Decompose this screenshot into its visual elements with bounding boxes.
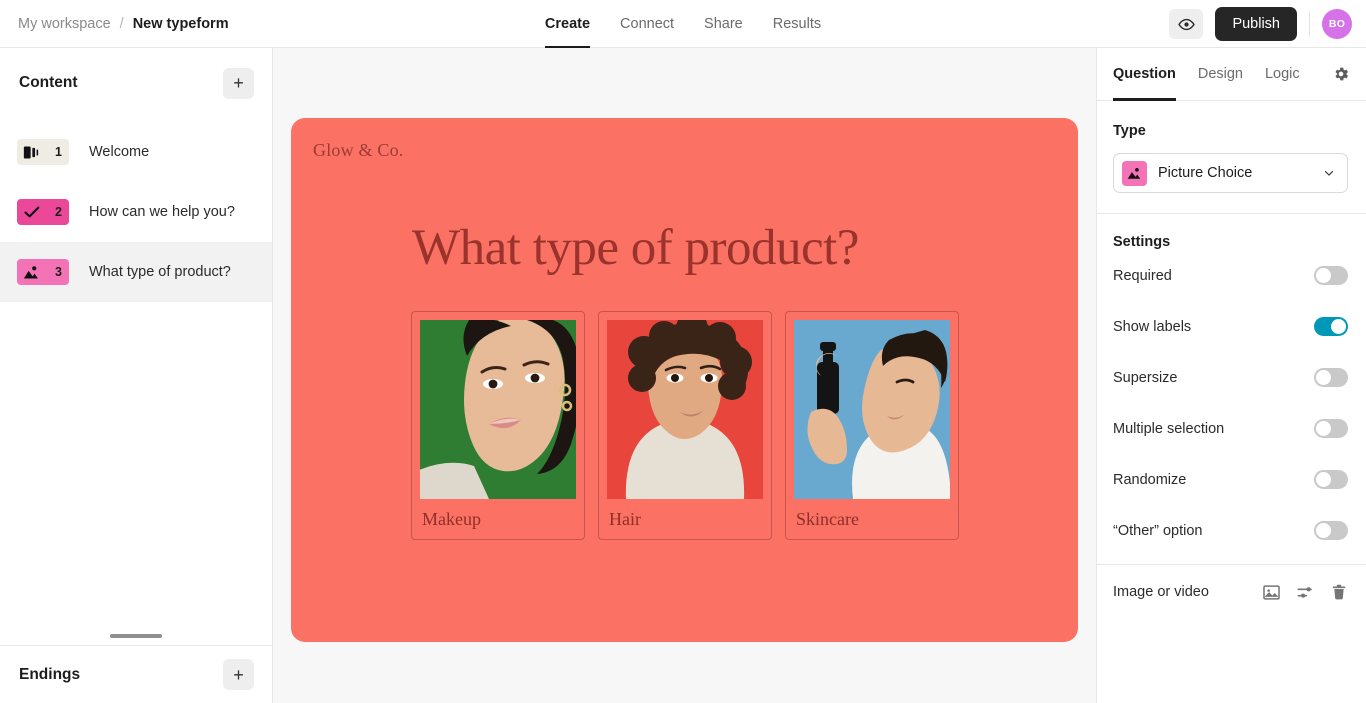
settings-gear-button[interactable] xyxy=(1332,65,1350,83)
top-bar: My workspace / New typeform Create Conne… xyxy=(0,0,1366,48)
add-ending-button[interactable]: + xyxy=(223,659,254,690)
sidebar-item-how-can-we-help[interactable]: 2 How can we help you? xyxy=(0,182,272,242)
sidebar-item-what-type-of-product[interactable]: 3 What type of product? xyxy=(0,242,272,302)
form-preview-area: Glow & Co. What type of product? Makeup … xyxy=(273,48,1096,703)
setting-label: Supersize xyxy=(1113,369,1178,386)
sidebar-item-label: How can we help you? xyxy=(89,204,235,220)
question-list: 1 Welcome 2 How can we help you? 3 What … xyxy=(0,118,272,302)
brand-logo: Glow & Co. xyxy=(313,140,404,160)
settings-section: Settings Required Show labels Supersize … xyxy=(1097,214,1366,565)
toggle-knob xyxy=(1316,523,1331,538)
type-heading: Type xyxy=(1113,123,1146,139)
tab-create[interactable]: Create xyxy=(544,0,591,48)
choice-image xyxy=(794,320,950,499)
breadcrumb: My workspace / New typeform xyxy=(18,16,229,32)
choice-image xyxy=(420,320,576,499)
setting-label: “Other” option xyxy=(1113,522,1203,539)
avatar[interactable]: BO xyxy=(1322,9,1352,39)
gear-icon xyxy=(1332,65,1350,83)
setting-label: Required xyxy=(1113,267,1172,284)
image-or-video-label: Image or video xyxy=(1113,584,1209,600)
setting-multiple-selection: Multiple selection xyxy=(1113,403,1348,454)
page-title: Content xyxy=(19,74,78,91)
sidebar-item-label: Welcome xyxy=(89,144,150,160)
tab-design[interactable]: Design xyxy=(1198,48,1243,101)
question-type-select[interactable]: Picture Choice xyxy=(1113,153,1348,193)
other-option-toggle[interactable] xyxy=(1314,521,1348,540)
tab-share[interactable]: Share xyxy=(704,0,743,48)
choice-option-skincare[interactable]: Skincare xyxy=(785,311,959,540)
question-settings-panel: Question Design Logic Type Picture Choic… xyxy=(1096,48,1366,703)
picture-choice-options: Makeup Hair Skincare xyxy=(411,311,959,540)
breadcrumb-workspace[interactable]: My workspace xyxy=(18,16,111,32)
question-headline[interactable]: What type of product? xyxy=(412,219,859,277)
image-or-video-row: Image or video xyxy=(1097,565,1366,619)
toggle-knob xyxy=(1316,472,1331,487)
question-badge: 1 xyxy=(17,139,69,165)
setting-required: Required xyxy=(1113,250,1348,301)
choice-label: Makeup xyxy=(422,508,481,529)
setting-label: Show labels xyxy=(1113,318,1192,335)
supersize-toggle[interactable] xyxy=(1314,368,1348,387)
setting-label: Randomize xyxy=(1113,471,1187,488)
choice-label: Hair xyxy=(609,508,641,529)
toggle-knob xyxy=(1316,268,1331,283)
question-number: 3 xyxy=(55,265,62,279)
tab-results[interactable]: Results xyxy=(773,0,821,48)
endings-title: Endings xyxy=(19,665,81,683)
toggle-knob xyxy=(1331,319,1346,334)
form-preview-card: Glow & Co. What type of product? Makeup … xyxy=(291,118,1078,642)
welcome-screen-icon xyxy=(23,145,40,160)
toolbar-divider xyxy=(1309,11,1310,37)
toggle-knob xyxy=(1316,370,1331,385)
image-icon[interactable] xyxy=(1262,583,1281,602)
endings-section: Endings + xyxy=(0,645,272,703)
setting-randomize: Randomize xyxy=(1113,454,1348,505)
content-sidebar: Content + 1 Welcome 2 How can we help yo… xyxy=(0,48,273,703)
sidebar-item-welcome[interactable]: 1 Welcome xyxy=(0,122,272,182)
publish-button[interactable]: Publish xyxy=(1215,7,1297,41)
type-section: Type Picture Choice xyxy=(1097,101,1366,214)
show-labels-toggle[interactable] xyxy=(1314,317,1348,336)
choice-option-makeup[interactable]: Makeup xyxy=(411,311,585,540)
required-toggle[interactable] xyxy=(1314,266,1348,285)
tab-logic[interactable]: Logic xyxy=(1265,48,1300,101)
setting-supersize: Supersize xyxy=(1113,352,1348,403)
preview-button[interactable] xyxy=(1169,9,1204,39)
top-bar-actions: Publish BO xyxy=(1169,0,1352,48)
panel-tabs: Question Design Logic xyxy=(1097,48,1366,101)
toggle-knob xyxy=(1316,421,1331,436)
question-badge: 2 xyxy=(17,199,69,225)
question-badge: 3 xyxy=(17,259,69,285)
randomize-toggle[interactable] xyxy=(1314,470,1348,489)
add-content-button[interactable]: + xyxy=(223,67,254,99)
settings-heading: Settings xyxy=(1113,234,1171,250)
choice-label: Skincare xyxy=(796,508,859,529)
breadcrumb-form-name[interactable]: New typeform xyxy=(133,16,229,32)
picture-icon xyxy=(1122,160,1147,186)
question-type-value: Picture Choice xyxy=(1158,165,1253,181)
question-number: 1 xyxy=(55,145,62,159)
eye-icon xyxy=(1178,16,1195,33)
media-actions xyxy=(1262,583,1348,602)
setting-show-labels: Show labels xyxy=(1113,301,1348,352)
chevron-down-icon xyxy=(1322,166,1336,180)
adjust-sliders-icon[interactable] xyxy=(1296,583,1315,602)
choice-image xyxy=(607,320,763,499)
question-number: 2 xyxy=(55,205,62,219)
sidebar-bottom: Endings + xyxy=(0,634,272,703)
check-icon xyxy=(23,205,41,219)
choice-option-hair[interactable]: Hair xyxy=(598,311,772,540)
trash-icon[interactable] xyxy=(1330,583,1348,601)
sidebar-item-label: What type of product? xyxy=(89,264,231,280)
breadcrumb-separator: / xyxy=(119,15,124,32)
setting-label: Multiple selection xyxy=(1113,420,1225,437)
panel-resize-handle[interactable] xyxy=(110,634,162,638)
setting-other-option: “Other” option xyxy=(1113,505,1348,556)
tab-question[interactable]: Question xyxy=(1113,48,1176,101)
picture-icon xyxy=(23,265,40,280)
tab-connect[interactable]: Connect xyxy=(620,0,674,48)
content-panel-header: Content + xyxy=(0,48,272,118)
multiple-selection-toggle[interactable] xyxy=(1314,419,1348,438)
